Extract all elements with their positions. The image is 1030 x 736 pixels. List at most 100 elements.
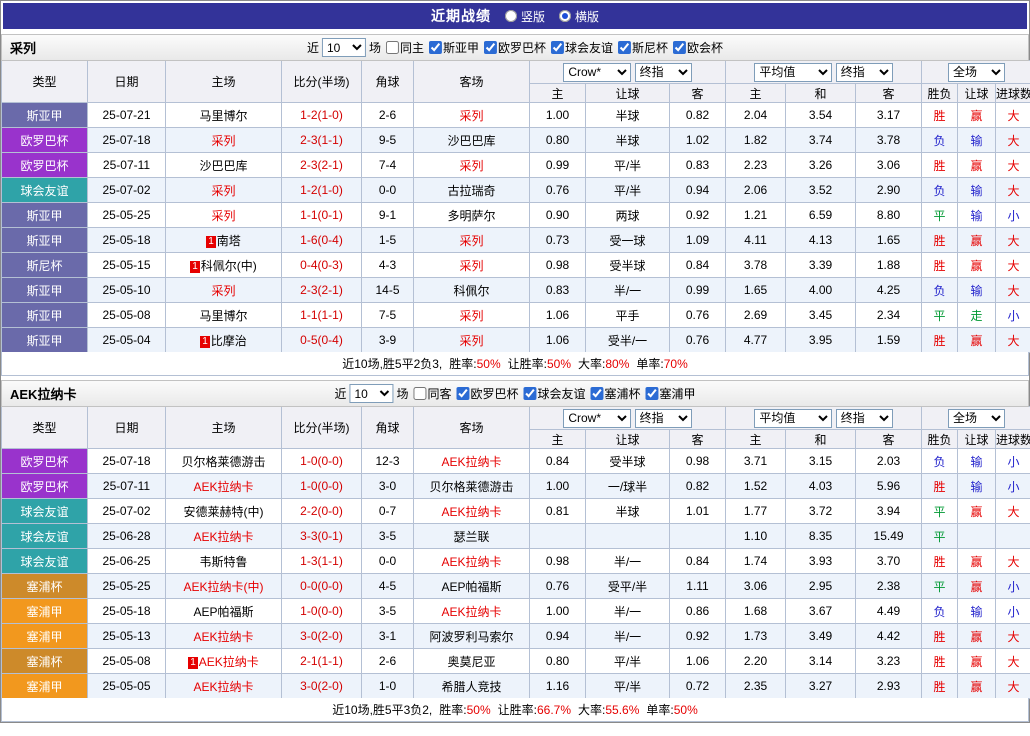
- league-filter-球会友谊[interactable]: 球会友谊: [523, 385, 586, 402]
- match-score[interactable]: 1-6(0-4): [281, 227, 362, 253]
- away-team[interactable]: 瑟兰联: [413, 523, 530, 549]
- away-team[interactable]: 希腊人竞技: [413, 673, 530, 699]
- match-score[interactable]: 1-3(1-1): [281, 548, 362, 574]
- average-select[interactable]: 平均值: [754, 408, 833, 428]
- checkbox-欧罗巴杯[interactable]: [456, 387, 470, 400]
- away-team[interactable]: 科佩尔: [413, 277, 530, 303]
- match-score[interactable]: 3-0(2-0): [281, 623, 362, 649]
- away-team[interactable]: 贝尔格莱德游击: [413, 473, 530, 499]
- match-score[interactable]: 2-3(1-1): [281, 127, 362, 153]
- handicap-line: 半球: [585, 127, 670, 153]
- match-score[interactable]: 2-3(2-1): [281, 277, 362, 303]
- home-team[interactable]: AEK拉纳卡: [165, 673, 282, 699]
- checkbox-塞浦杯[interactable]: [590, 387, 604, 400]
- match-score[interactable]: 1-0(0-0): [281, 598, 362, 624]
- checkbox-塞浦甲[interactable]: [645, 387, 659, 400]
- home-team[interactable]: 沙巴巴库: [165, 152, 282, 178]
- league-filter-欧罗巴杯[interactable]: 欧罗巴杯: [484, 39, 546, 56]
- bookmaker-select[interactable]: Crow*: [563, 408, 632, 428]
- layout-radio-horizontal[interactable]: 横版: [559, 8, 599, 25]
- fulltime-select[interactable]: 全场: [948, 408, 1006, 428]
- home-team[interactable]: 马里博尔: [165, 102, 282, 128]
- venue-filter-同客[interactable]: 同客: [413, 385, 451, 402]
- home-team[interactable]: 采列: [165, 202, 282, 228]
- match-score[interactable]: 1-0(0-0): [281, 473, 362, 499]
- league-filter-斯亚甲[interactable]: 斯亚甲: [428, 39, 479, 56]
- home-team[interactable]: 采列: [165, 127, 282, 153]
- checkbox-欧罗巴杯[interactable]: [484, 41, 497, 54]
- home-odds: 0.90: [529, 202, 586, 228]
- away-team[interactable]: 采列: [413, 152, 530, 178]
- away-team[interactable]: 采列: [413, 252, 530, 278]
- home-team[interactable]: AEK拉纳卡: [165, 523, 282, 549]
- league-filter-球会友谊[interactable]: 球会友谊: [551, 39, 613, 56]
- match-score[interactable]: 2-3(2-1): [281, 152, 362, 178]
- home-team[interactable]: AEK拉纳卡: [165, 473, 282, 499]
- match-score[interactable]: 1-1(1-1): [281, 302, 362, 328]
- home-team[interactable]: 1 南塔: [165, 227, 282, 253]
- league-filter-斯尼杯[interactable]: 斯尼杯: [618, 39, 668, 56]
- match-score[interactable]: 2-2(0-0): [281, 498, 362, 524]
- home-team[interactable]: 采列: [165, 177, 282, 203]
- away-team[interactable]: 采列: [413, 302, 530, 328]
- home-team[interactable]: 安德莱赫特(中): [165, 498, 282, 524]
- average-index-select[interactable]: 终指: [835, 408, 893, 428]
- home-team[interactable]: AEK拉纳卡(中): [165, 573, 282, 599]
- away-team[interactable]: AEK拉纳卡: [413, 548, 530, 574]
- away-team[interactable]: 沙巴巴库: [413, 127, 530, 153]
- away-team[interactable]: 多明萨尔: [413, 202, 530, 228]
- away-team[interactable]: 采列: [413, 102, 530, 128]
- away-team[interactable]: AEK拉纳卡: [413, 598, 530, 624]
- home-team[interactable]: 采列: [165, 277, 282, 303]
- match-score[interactable]: 3-0(2-0): [281, 673, 362, 699]
- match-score[interactable]: 1-0(0-0): [281, 448, 362, 474]
- home-team[interactable]: 贝尔格莱德游击: [165, 448, 282, 474]
- match-score[interactable]: 0-5(0-4): [281, 327, 362, 353]
- match-count-select[interactable]: 10: [349, 384, 394, 403]
- league-filter-欧罗巴杯[interactable]: 欧罗巴杯: [456, 385, 519, 402]
- away-team[interactable]: 奥莫尼亚: [413, 648, 530, 674]
- checkbox-斯尼杯[interactable]: [618, 41, 632, 54]
- league-filter-欧会杯[interactable]: 欧会杯: [673, 39, 723, 56]
- away-team[interactable]: AEP帕福斯: [413, 573, 530, 599]
- away-team[interactable]: 采列: [413, 227, 530, 253]
- match-score[interactable]: 0-0(0-0): [281, 573, 362, 599]
- match-score[interactable]: 1-2(1-0): [281, 177, 362, 203]
- match-score[interactable]: 2-1(1-1): [281, 648, 362, 674]
- league-filter-塞浦杯[interactable]: 塞浦杯: [590, 385, 641, 402]
- league-filter-塞浦甲[interactable]: 塞浦甲: [645, 385, 696, 402]
- layout-radio-vertical[interactable]: 竖版: [504, 8, 545, 25]
- away-team[interactable]: AEK拉纳卡: [413, 498, 530, 524]
- average-index-select[interactable]: 终指: [835, 62, 893, 82]
- home-team[interactable]: AEK拉纳卡: [165, 623, 282, 649]
- home-team[interactable]: AEP帕福斯: [165, 598, 282, 624]
- match-score[interactable]: 0-4(0-3): [281, 252, 362, 278]
- home-team[interactable]: 1 比摩治: [165, 327, 282, 353]
- checkbox-同客[interactable]: [413, 387, 427, 400]
- match-count-select[interactable]: 10: [321, 38, 366, 57]
- match-score[interactable]: 1-2(1-0): [281, 102, 362, 128]
- avg-draw-odds: 3.72: [785, 498, 857, 524]
- home-team[interactable]: 1 AEK拉纳卡: [165, 648, 282, 674]
- venue-filter-同主[interactable]: 同主: [385, 39, 424, 56]
- away-team[interactable]: 采列: [413, 327, 530, 353]
- checkbox-欧会杯[interactable]: [673, 41, 687, 54]
- bookmaker-select[interactable]: Crow*: [563, 62, 632, 82]
- away-team[interactable]: AEK拉纳卡: [413, 448, 530, 474]
- checkbox-斯亚甲[interactable]: [428, 41, 442, 54]
- checkbox-球会友谊[interactable]: [551, 41, 565, 54]
- match-row: 塞浦甲 25-05-18 AEP帕福斯 1-0(0-0) 3-5 AEK拉纳卡 1.00 半/…: [1, 598, 1030, 624]
- odds-index-select[interactable]: 终指: [634, 62, 692, 82]
- odds-index-select[interactable]: 终指: [634, 408, 692, 428]
- checkbox-同主[interactable]: [385, 41, 399, 54]
- checkbox-球会友谊[interactable]: [523, 387, 537, 400]
- match-score[interactable]: 3-3(0-1): [281, 523, 362, 549]
- home-team[interactable]: 1 科佩尔(中): [165, 252, 282, 278]
- away-team[interactable]: 阿波罗利马索尔: [413, 623, 530, 649]
- home-team[interactable]: 韦斯特鲁: [165, 548, 282, 574]
- home-team[interactable]: 马里博尔: [165, 302, 282, 328]
- away-team[interactable]: 古拉瑞奇: [413, 177, 530, 203]
- fulltime-select[interactable]: 全场: [948, 62, 1006, 82]
- match-score[interactable]: 1-1(0-1): [281, 202, 362, 228]
- average-select[interactable]: 平均值: [754, 62, 833, 82]
